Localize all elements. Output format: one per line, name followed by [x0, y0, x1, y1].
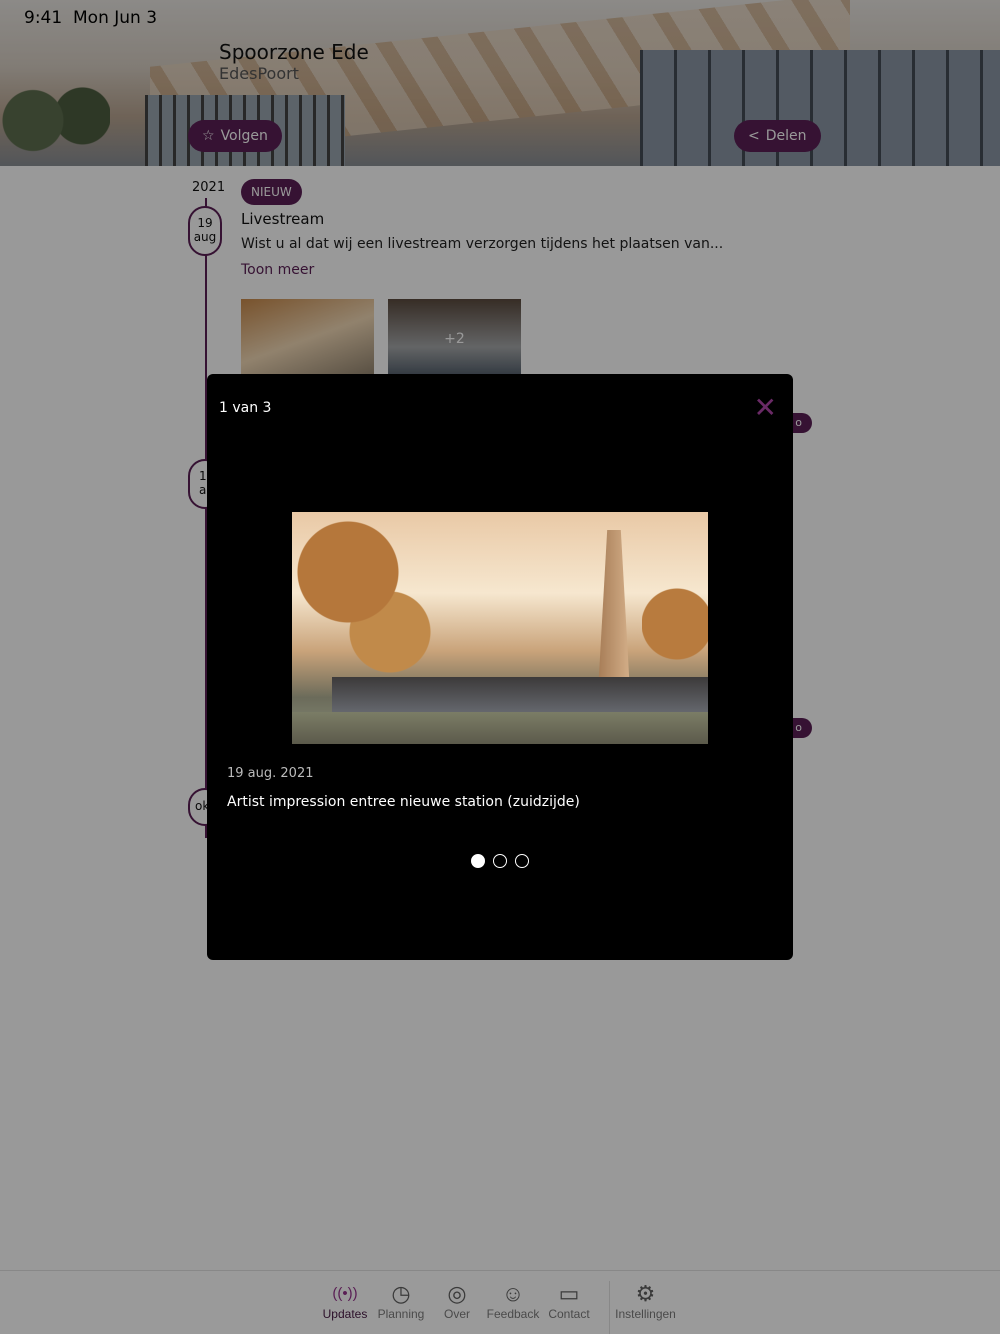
- page-dot[interactable]: [471, 854, 485, 868]
- clock-icon: ◷: [391, 1281, 411, 1306]
- fingerprint-icon: ◎: [447, 1281, 467, 1306]
- photo-ground: [292, 712, 708, 744]
- page-indicator: [207, 854, 793, 868]
- page-dot[interactable]: [515, 854, 529, 868]
- photo-viewer-modal: 1 van 3 ✕ 19 aug. 2021 Artist impression…: [207, 374, 793, 960]
- broadcast-icon: ((•)): [332, 1285, 358, 1302]
- close-icon[interactable]: ✕: [754, 394, 777, 422]
- tab-label: Planning: [377, 1307, 425, 1321]
- tab-bar: ((•)) Updates ◷ Planning ◎ Over ☺ Feedback ▭…: [0, 1270, 1000, 1334]
- tab-updates[interactable]: ((•)) Updates: [319, 1281, 371, 1334]
- tab-label: Over: [443, 1307, 470, 1321]
- photo-counter: 1 van 3: [219, 400, 272, 416]
- gallery-photo[interactable]: [292, 512, 708, 744]
- tab-label: Updates: [322, 1307, 368, 1321]
- tab-planning[interactable]: ◷ Planning: [375, 1281, 427, 1334]
- gear-icon: ⚙: [635, 1281, 656, 1306]
- tab-feedback[interactable]: ☺ Feedback: [486, 1281, 540, 1334]
- photo-date: 19 aug. 2021: [227, 766, 314, 781]
- photo-tree: [642, 572, 708, 702]
- tab-instellingen[interactable]: ⚙ Instellingen: [609, 1281, 681, 1334]
- tab-contact[interactable]: ▭ Contact: [543, 1281, 595, 1334]
- tab-label: Feedback: [486, 1307, 540, 1321]
- tab-label: Contact: [548, 1307, 590, 1321]
- smiley-icon: ☺: [501, 1281, 525, 1306]
- page-dot[interactable]: [493, 854, 507, 868]
- tab-over[interactable]: ◎ Over: [431, 1281, 483, 1334]
- chat-icon: ▭: [558, 1281, 580, 1306]
- tab-label: Instellingen: [615, 1307, 676, 1321]
- photo-caption: Artist impression entree nieuwe station …: [227, 794, 580, 810]
